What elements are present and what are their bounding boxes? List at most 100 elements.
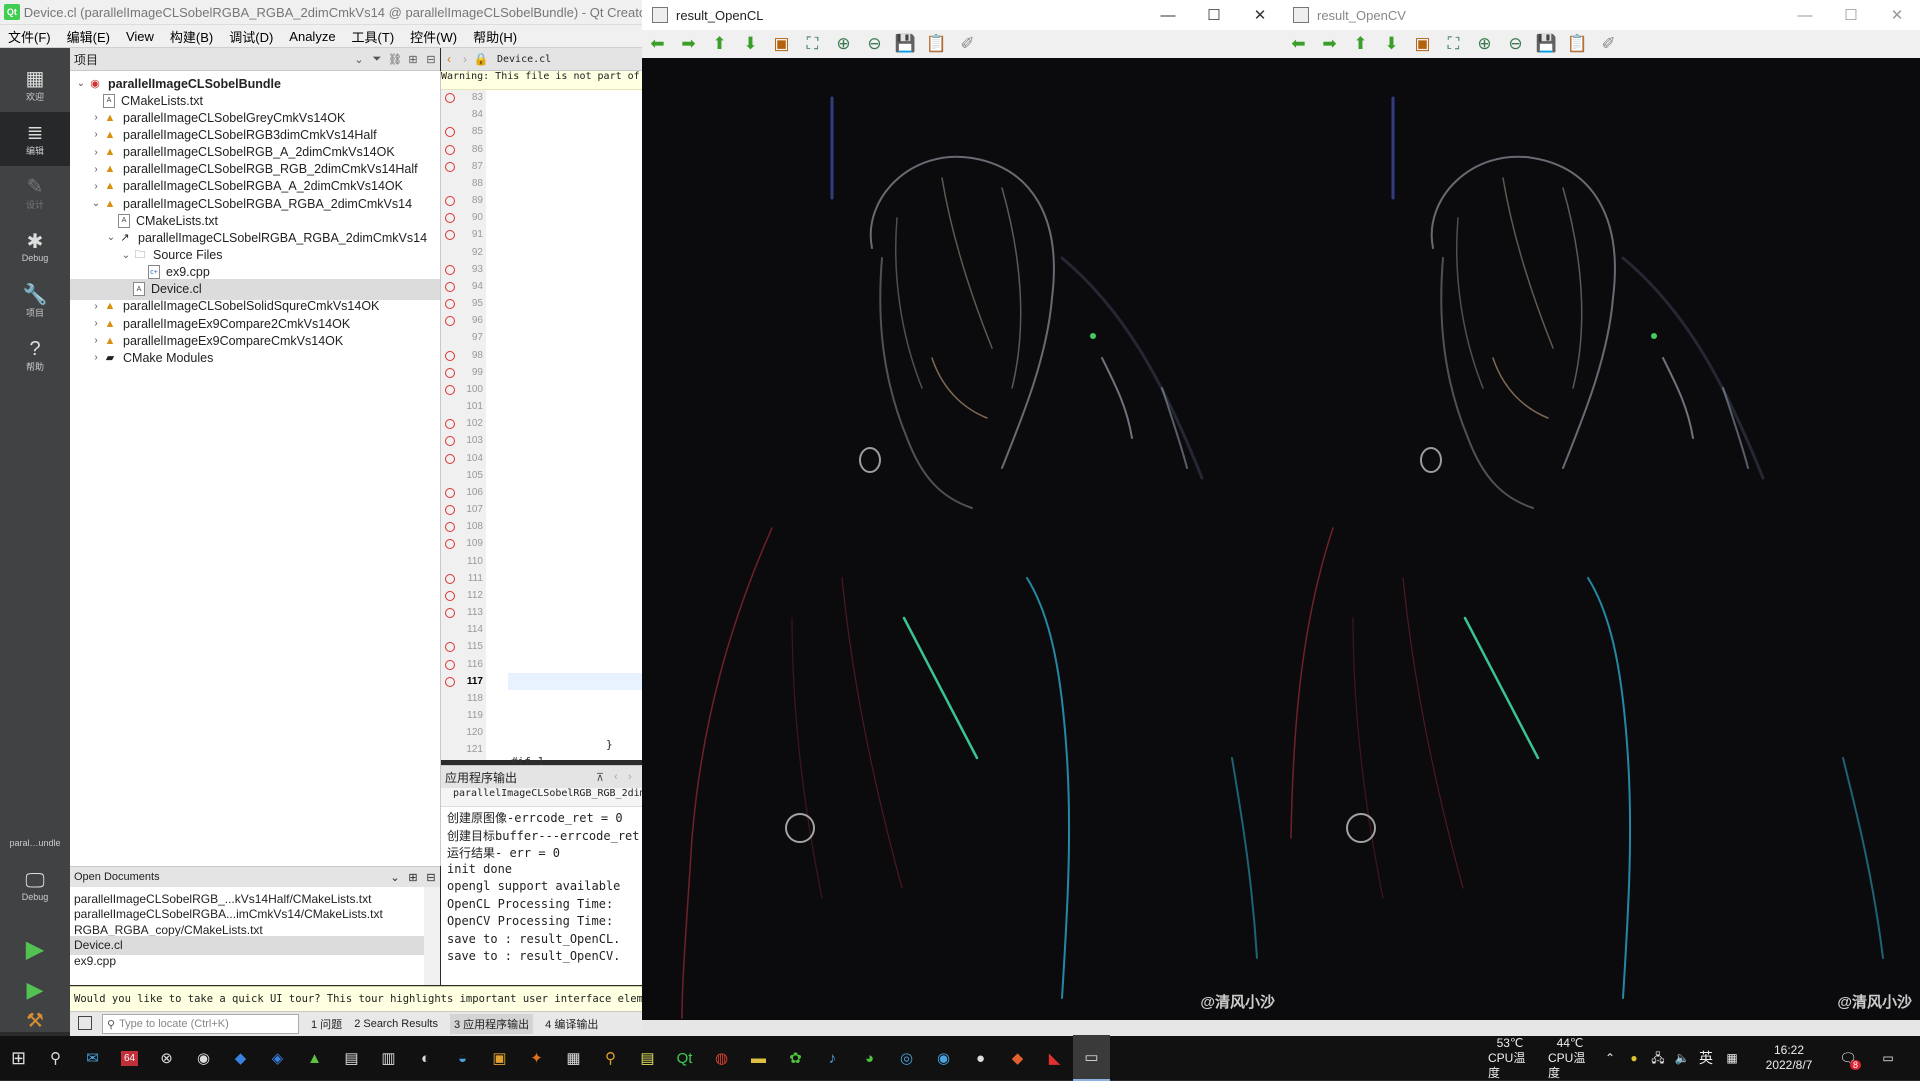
- line-number[interactable]: 94: [441, 279, 486, 296]
- editor-document-tab[interactable]: Device.cl: [497, 54, 551, 65]
- line-number[interactable]: 106: [441, 485, 486, 502]
- breakpoint-icon[interactable]: [445, 436, 455, 447]
- run-button[interactable]: ▶: [0, 930, 70, 970]
- down-arrow-icon[interactable]: ⬇: [1376, 32, 1407, 56]
- expand-arrow-icon[interactable]: ›: [89, 335, 103, 346]
- breakpoint-icon[interactable]: [445, 161, 455, 172]
- copy-icon[interactable]: 📋: [1562, 32, 1593, 56]
- minimize-button[interactable]: —: [1782, 7, 1828, 24]
- line-number[interactable]: 120: [441, 725, 486, 742]
- expand-arrow-icon[interactable]: ⌄: [119, 250, 133, 261]
- properties-icon[interactable]: ✐: [1593, 32, 1624, 56]
- app-64-icon[interactable]: 64: [111, 1036, 148, 1080]
- zoom-out-icon[interactable]: ⊖: [1500, 32, 1531, 56]
- line-number[interactable]: 103: [441, 433, 486, 450]
- app-icon[interactable]: ▣: [481, 1036, 518, 1080]
- clock[interactable]: 16:22 2022/8/7: [1754, 1036, 1824, 1080]
- kit-selector[interactable]: 🖵 Debug: [0, 856, 70, 916]
- forward-icon[interactable]: ›: [457, 52, 473, 66]
- android-studio-icon[interactable]: ▲: [296, 1036, 333, 1080]
- expand-arrow-icon[interactable]: ⌄: [74, 78, 88, 89]
- keyboard-icon[interactable]: ▦: [1722, 1036, 1742, 1080]
- properties-icon[interactable]: ✐: [952, 32, 983, 56]
- menu-controls[interactable]: 控件(W): [402, 27, 465, 46]
- app-icon[interactable]: ◈: [259, 1036, 296, 1080]
- breakpoint-icon[interactable]: [445, 299, 455, 310]
- line-number[interactable]: 100: [441, 382, 486, 399]
- tab-issues[interactable]: 1 问题: [311, 1016, 342, 1032]
- app-icon[interactable]: ◆: [999, 1036, 1036, 1080]
- start-button[interactable]: ⊞: [0, 1036, 37, 1080]
- result-opencl-titlebar[interactable]: result_OpenCL — ☐ ✕: [642, 0, 1283, 30]
- expand-arrow-icon[interactable]: ›: [89, 129, 103, 140]
- image-icon[interactable]: ▣: [1407, 32, 1438, 56]
- right-arrow-icon[interactable]: ➡: [1314, 32, 1345, 56]
- line-number[interactable]: 108: [441, 519, 486, 536]
- breakpoint-icon[interactable]: [445, 196, 455, 207]
- image-icon[interactable]: ▣: [766, 32, 797, 56]
- menu-help[interactable]: 帮助(H): [465, 27, 525, 46]
- build-button[interactable]: ⚒: [0, 1006, 70, 1036]
- line-number[interactable]: 115: [441, 639, 486, 656]
- line-number[interactable]: 83: [441, 90, 486, 107]
- network-icon[interactable]: 🖧: [1648, 1036, 1668, 1080]
- notepad-icon[interactable]: ▤: [629, 1036, 666, 1080]
- expand-arrow-icon[interactable]: ›: [89, 352, 103, 363]
- app-icon[interactable]: ▦: [555, 1036, 592, 1080]
- breakpoint-icon[interactable]: [445, 367, 455, 378]
- tray-expand-icon[interactable]: ⌃: [1602, 1036, 1618, 1080]
- breakpoint-icon[interactable]: [445, 522, 455, 533]
- back-icon[interactable]: ‹: [441, 52, 457, 66]
- search-icon[interactable]: ⚲: [37, 1036, 74, 1080]
- line-number[interactable]: 117: [441, 674, 486, 691]
- maximize-button[interactable]: ☐: [1191, 6, 1237, 24]
- breakpoint-icon[interactable]: [445, 419, 455, 430]
- tab-app-output[interactable]: 3 应用程序输出: [449, 1014, 534, 1034]
- zoom-fit-icon[interactable]: ⛶: [797, 32, 828, 56]
- line-number[interactable]: 111: [441, 571, 486, 588]
- breakpoint-icon[interactable]: [445, 93, 455, 103]
- line-number[interactable]: 84: [441, 107, 486, 124]
- zoom-in-icon[interactable]: ⊕: [828, 32, 859, 56]
- line-number[interactable]: 109: [441, 536, 486, 553]
- maximize-button[interactable]: ☐: [1828, 6, 1874, 24]
- breakpoint-icon[interactable]: [445, 608, 455, 619]
- folder-icon[interactable]: ▬: [740, 1036, 777, 1080]
- line-number[interactable]: 102: [441, 416, 486, 433]
- close-button[interactable]: ✕: [1874, 6, 1920, 24]
- line-number[interactable]: 118: [441, 691, 486, 708]
- line-number[interactable]: 112: [441, 588, 486, 605]
- app-output-run-tab[interactable]: parallelImageCLSobelRGB_RGB_2dim: [441, 788, 642, 807]
- breakpoint-icon[interactable]: [445, 281, 455, 292]
- debug-run-button[interactable]: ▶: [0, 970, 70, 1010]
- app-icon[interactable]: ♪: [814, 1036, 851, 1080]
- close-pane-icon[interactable]: ⊟: [422, 53, 440, 66]
- expand-arrow-icon[interactable]: ›: [89, 164, 103, 175]
- pycharm-icon[interactable]: ▤: [333, 1036, 370, 1080]
- breakpoint-icon[interactable]: [445, 659, 455, 670]
- left-arrow-icon[interactable]: ⬅: [1283, 32, 1314, 56]
- line-number[interactable]: 99: [441, 365, 486, 382]
- minimize-button[interactable]: —: [1145, 7, 1191, 24]
- breakpoint-icon[interactable]: [445, 642, 455, 653]
- result-opencv-titlebar[interactable]: result_OpenCV — ☐ ✕: [1283, 0, 1920, 30]
- app-icon[interactable]: ◉: [925, 1036, 962, 1080]
- volume-icon[interactable]: 🔈: [1672, 1036, 1692, 1080]
- mail-app-icon[interactable]: ✉: [74, 1036, 111, 1080]
- chrome-icon[interactable]: ◍: [703, 1036, 740, 1080]
- line-number[interactable]: 89: [441, 193, 486, 210]
- link-icon[interactable]: ⛓: [386, 53, 404, 66]
- breakpoint-icon[interactable]: [445, 539, 455, 550]
- expand-arrow-icon[interactable]: ›: [89, 112, 103, 123]
- menu-edit[interactable]: 编辑(E): [59, 27, 118, 46]
- line-number[interactable]: 88: [441, 176, 486, 193]
- down-arrow-icon[interactable]: ⬇: [735, 32, 766, 56]
- tab-search-results[interactable]: 2 Search Results: [354, 1018, 438, 1030]
- line-number[interactable]: 104: [441, 451, 486, 468]
- qt-title-bar[interactable]: Qt Device.cl (parallelImageCLSobelRGBA_R…: [0, 0, 642, 25]
- breakpoint-icon[interactable]: [445, 144, 455, 155]
- app-icon[interactable]: ◉: [185, 1036, 222, 1080]
- filter-icon[interactable]: ⏷: [368, 53, 386, 66]
- line-number[interactable]: 105: [441, 468, 486, 485]
- line-number-gutter[interactable]: 83 84 85 86 87 88 89 90 91 92 93 94 95 96 97 98 99 100 101…: [441, 90, 486, 760]
